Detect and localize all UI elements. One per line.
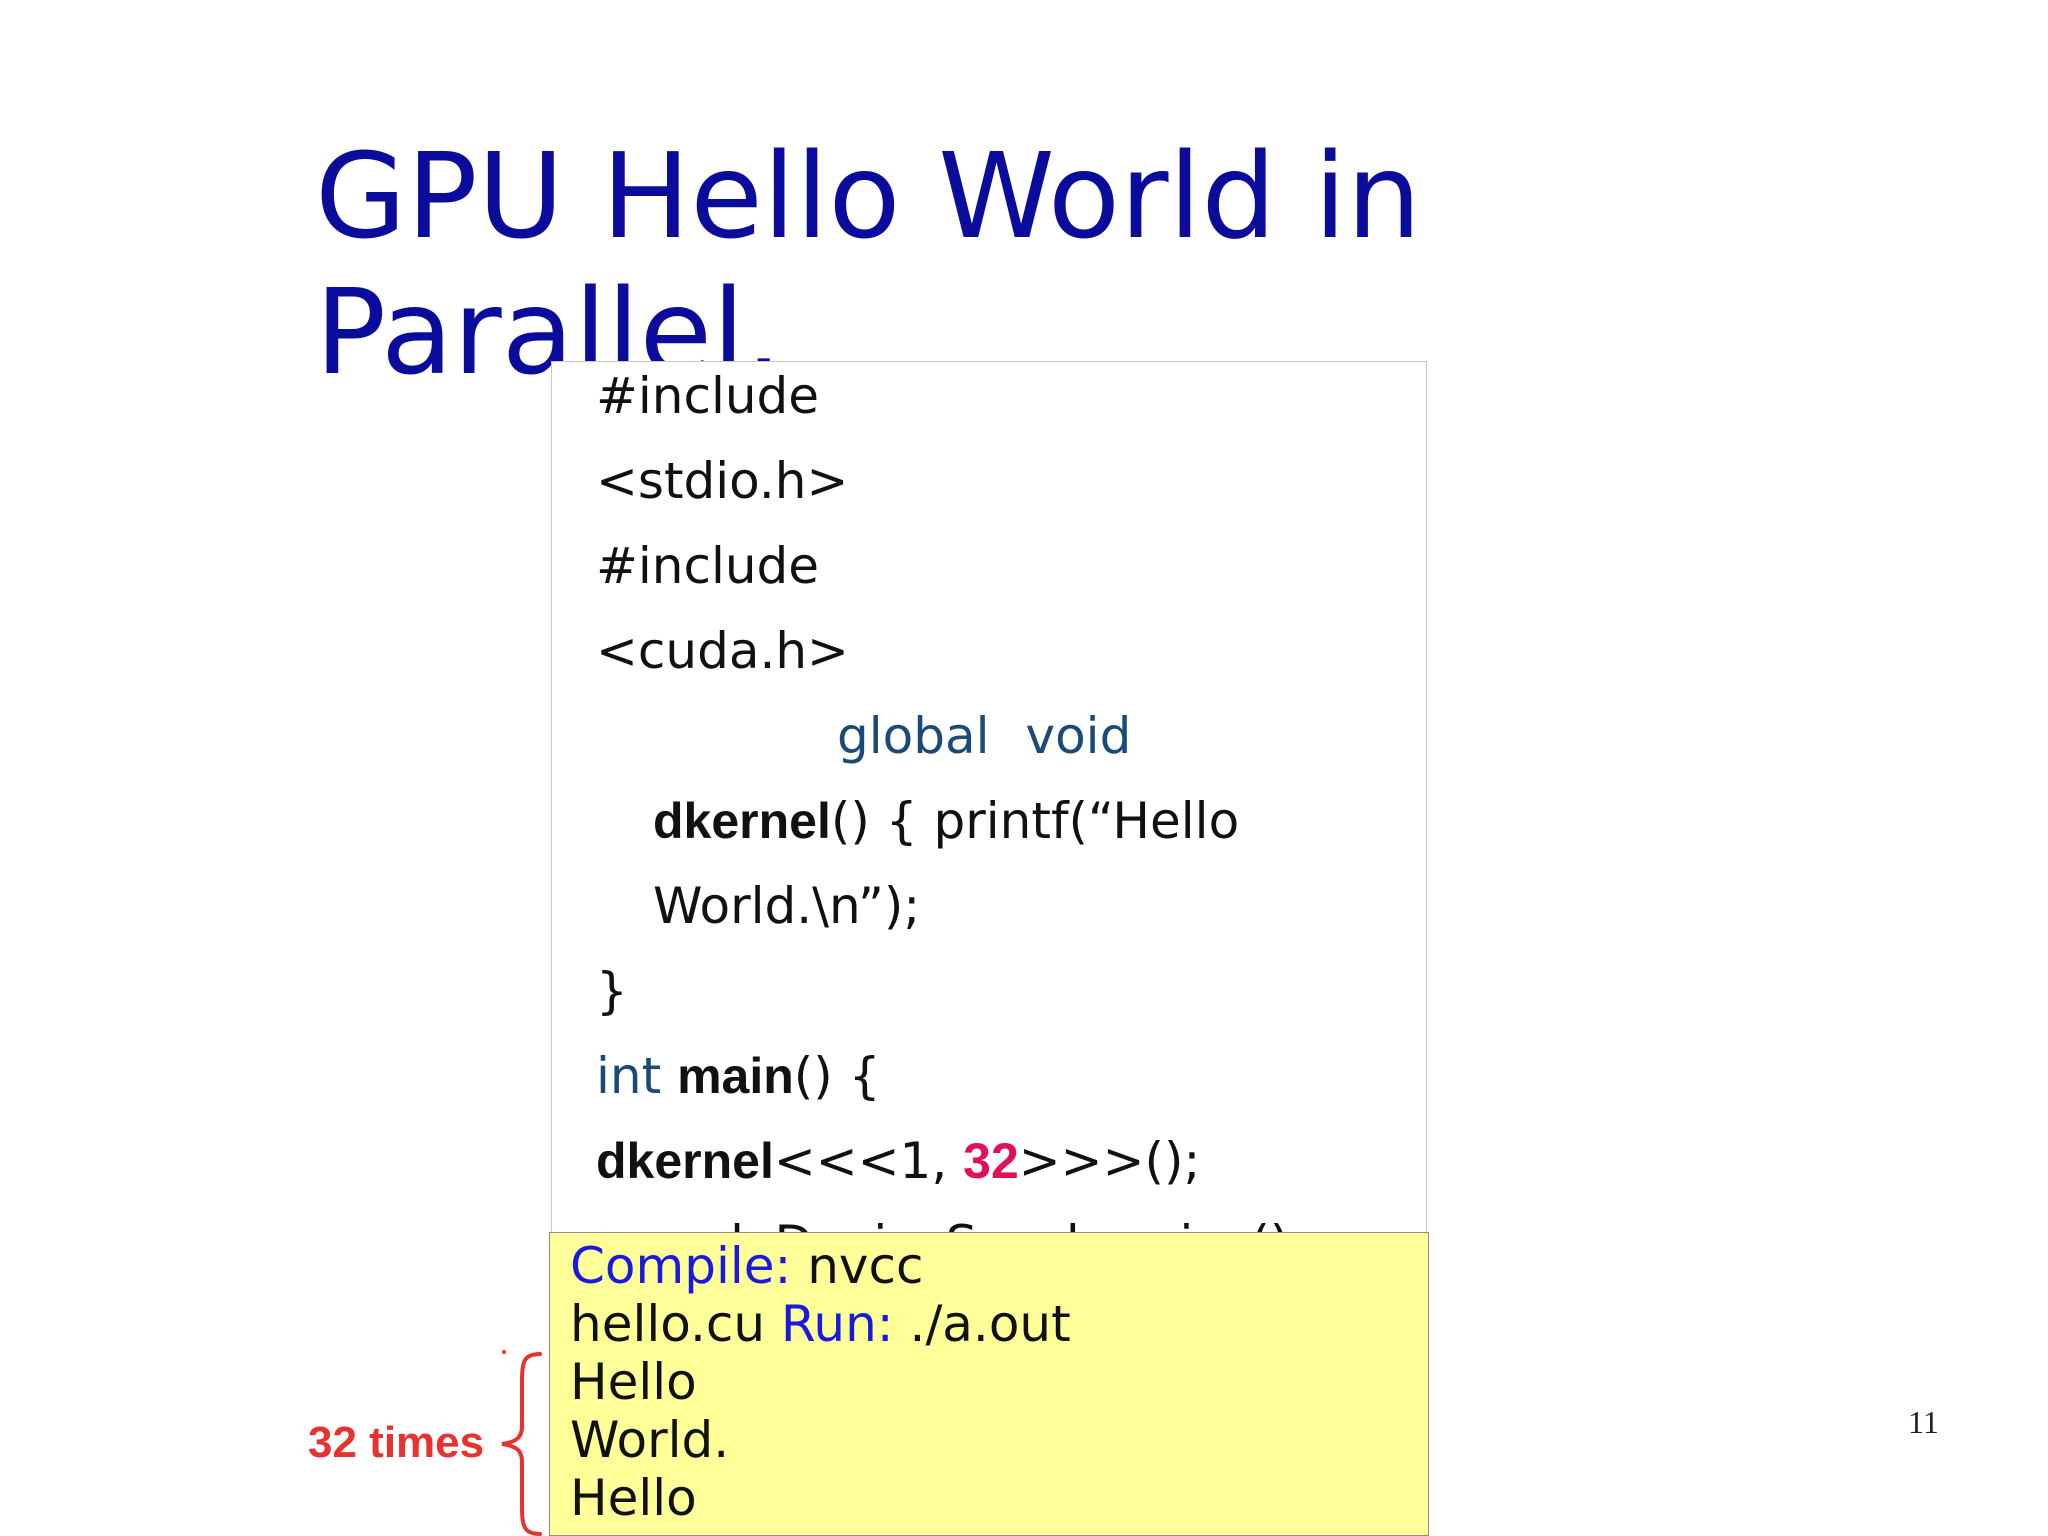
keyword-int: int [596, 1047, 662, 1105]
code-line-1: #include [596, 367, 820, 425]
output-box: Compile: nvcc hello.cu Run: ./a.out Hell… [549, 1232, 1429, 1536]
code-line-6: dkernel() { printf(“Hello [653, 791, 1239, 851]
code-line-10: dkernel<<<1, 32>>>(); [596, 1131, 1200, 1191]
output-line: Hello [570, 1469, 697, 1527]
compile-line: Compile: nvcc [570, 1237, 924, 1295]
output-line: World. [570, 1527, 729, 1535]
run-line: hello.cu Run: ./a.out [570, 1295, 1071, 1353]
kernel-call-name: dkernel [596, 1133, 774, 1189]
run-label: Run: [780, 1295, 894, 1353]
launch-config-close: >>>(); [1018, 1132, 1201, 1190]
function-name-main: main [677, 1048, 794, 1104]
code-line-9: int main() { [596, 1046, 881, 1106]
code-line-8: } [596, 962, 628, 1020]
slide-title: GPU Hello World in Parallel. [315, 127, 1422, 401]
function-name-dkernel: dkernel [653, 793, 831, 849]
compile-file: hello.cu [570, 1295, 781, 1353]
keyword-global: global [837, 707, 990, 765]
run-command: ./a.out [893, 1295, 1071, 1353]
code-fragment: () { printf(“Hello [830, 792, 1240, 850]
code-fragment: () { [793, 1047, 881, 1105]
curly-brace-icon [501, 1352, 542, 1536]
output-line: Hello [570, 1353, 697, 1411]
thread-count: 32 [963, 1133, 1019, 1189]
repeat-count-label: 32 times [308, 1418, 485, 1467]
compile-command: nvcc [791, 1237, 924, 1295]
compile-label: Compile: [570, 1237, 792, 1295]
launch-config-open: <<<1, [773, 1132, 964, 1190]
code-line-3: #include [596, 537, 820, 595]
output-line: World. [570, 1411, 730, 1469]
code-line-4: <cuda.h> [596, 622, 849, 680]
code-line-7: World.\n”); [653, 877, 921, 935]
code-line-2: <stdio.h> [596, 452, 849, 510]
page-number: 11 [1908, 1404, 1939, 1440]
code-line-5: global void [837, 706, 1131, 766]
code-box: #include <stdio.h> #include <cuda.h> glo… [551, 361, 1427, 1241]
keyword-void: void [1025, 707, 1132, 765]
